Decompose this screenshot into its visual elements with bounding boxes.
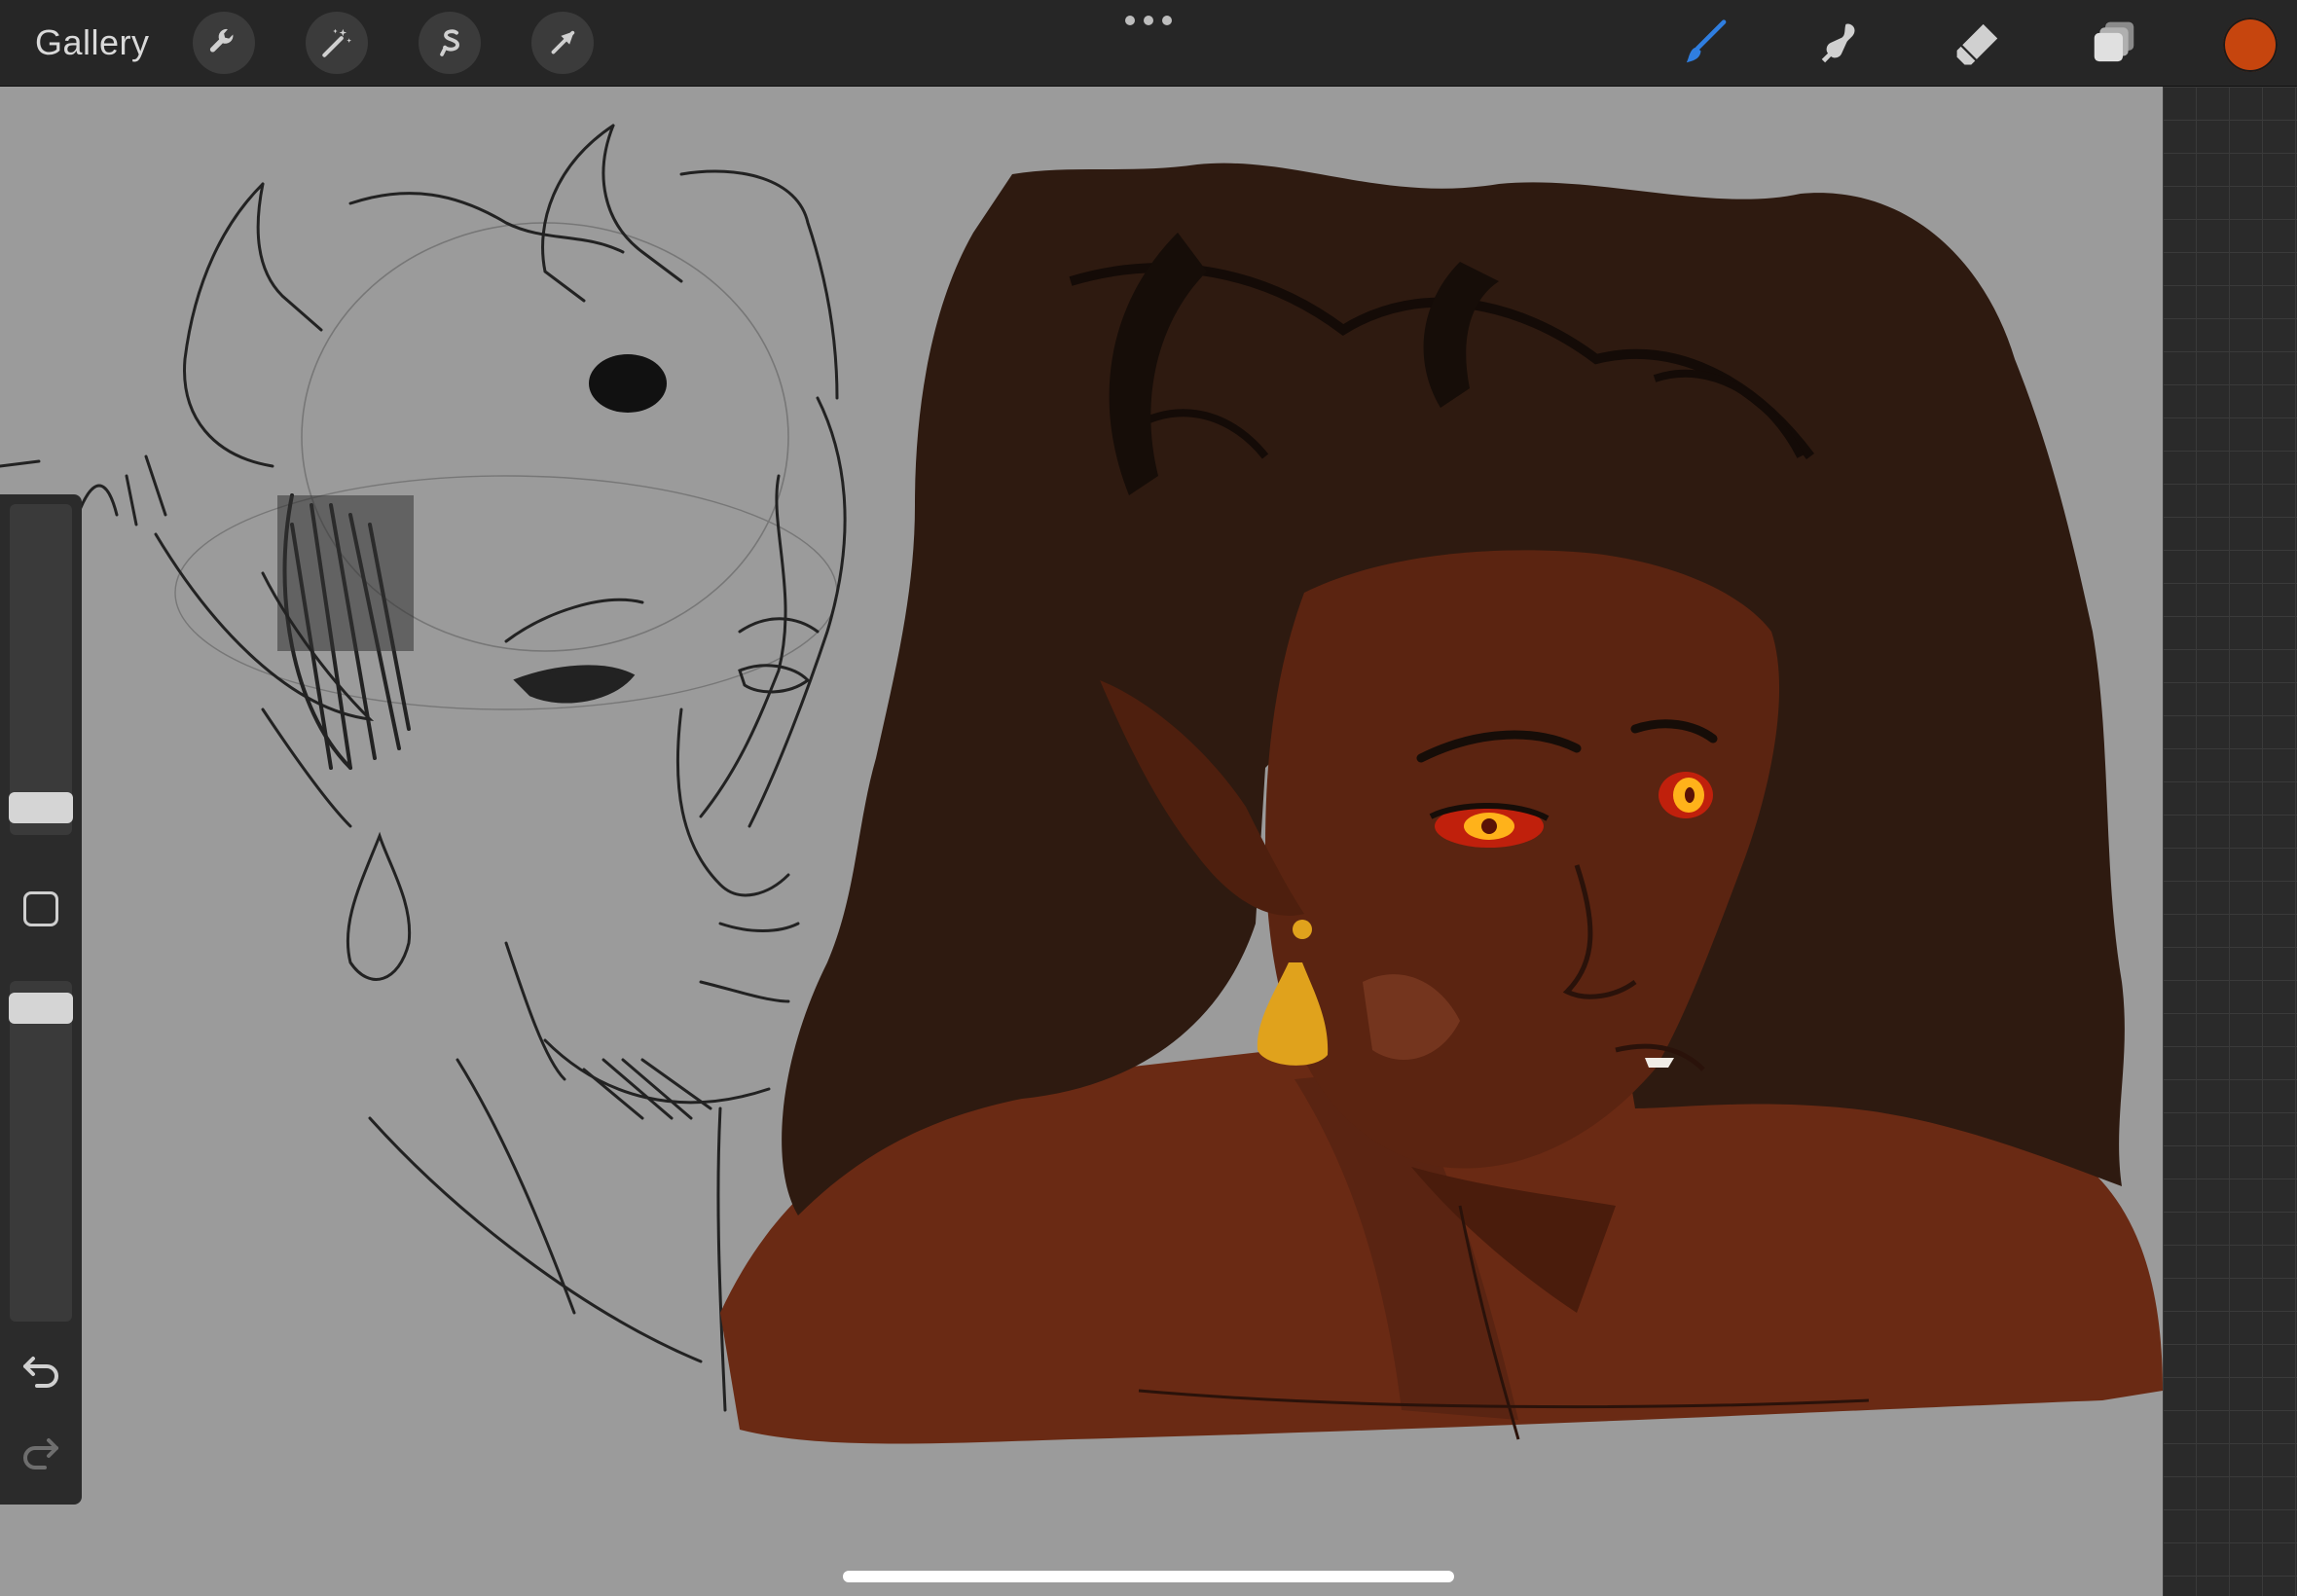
drawing-canvas[interactable]: [0, 87, 2163, 1596]
more-options-icon[interactable]: [1125, 16, 1172, 29]
brush-icon: [1686, 19, 1727, 63]
opacity-slider[interactable]: [9, 981, 73, 1322]
adjustments-button[interactable]: [306, 12, 368, 74]
modify-button[interactable]: [23, 891, 58, 926]
top-toolbar: Gallery: [0, 0, 2297, 87]
magic-wand-icon: [322, 28, 352, 57]
brush-size-slider[interactable]: [9, 504, 73, 835]
painted-portrait: [720, 163, 2163, 1444]
actions-button[interactable]: [193, 12, 255, 74]
home-indicator[interactable]: [843, 1571, 1454, 1582]
transform-button[interactable]: [531, 12, 594, 74]
selection-button[interactable]: [419, 12, 481, 74]
selection-icon: [440, 29, 459, 56]
eraser-icon: [1956, 23, 1998, 65]
transform-arrow-icon: [551, 30, 575, 54]
color-picker-button[interactable]: [2223, 18, 2278, 72]
redo-icon[interactable]: [18, 1429, 64, 1475]
left-sidebar: [0, 494, 82, 1505]
smudge-tool-button[interactable]: [1812, 14, 1871, 72]
opacity-thumb[interactable]: [9, 993, 73, 1024]
smudge-icon: [1821, 23, 1855, 63]
dot: [1162, 16, 1172, 25]
dot: [1125, 16, 1135, 25]
gallery-button[interactable]: Gallery: [35, 19, 150, 66]
canvas-edge-grid: [2163, 87, 2297, 1596]
brush-size-thumb[interactable]: [9, 792, 73, 823]
layers-button[interactable]: [2085, 14, 2143, 72]
undo-icon[interactable]: [18, 1347, 64, 1394]
layers-icon: [2094, 21, 2134, 62]
eraser-tool-button[interactable]: [1949, 14, 2007, 72]
brush-tool-button[interactable]: [1676, 14, 1734, 72]
dot: [1144, 16, 1153, 25]
wrench-icon: [209, 28, 234, 53]
sketch-portrait: [0, 124, 847, 1412]
artwork: [0, 124, 2163, 1444]
